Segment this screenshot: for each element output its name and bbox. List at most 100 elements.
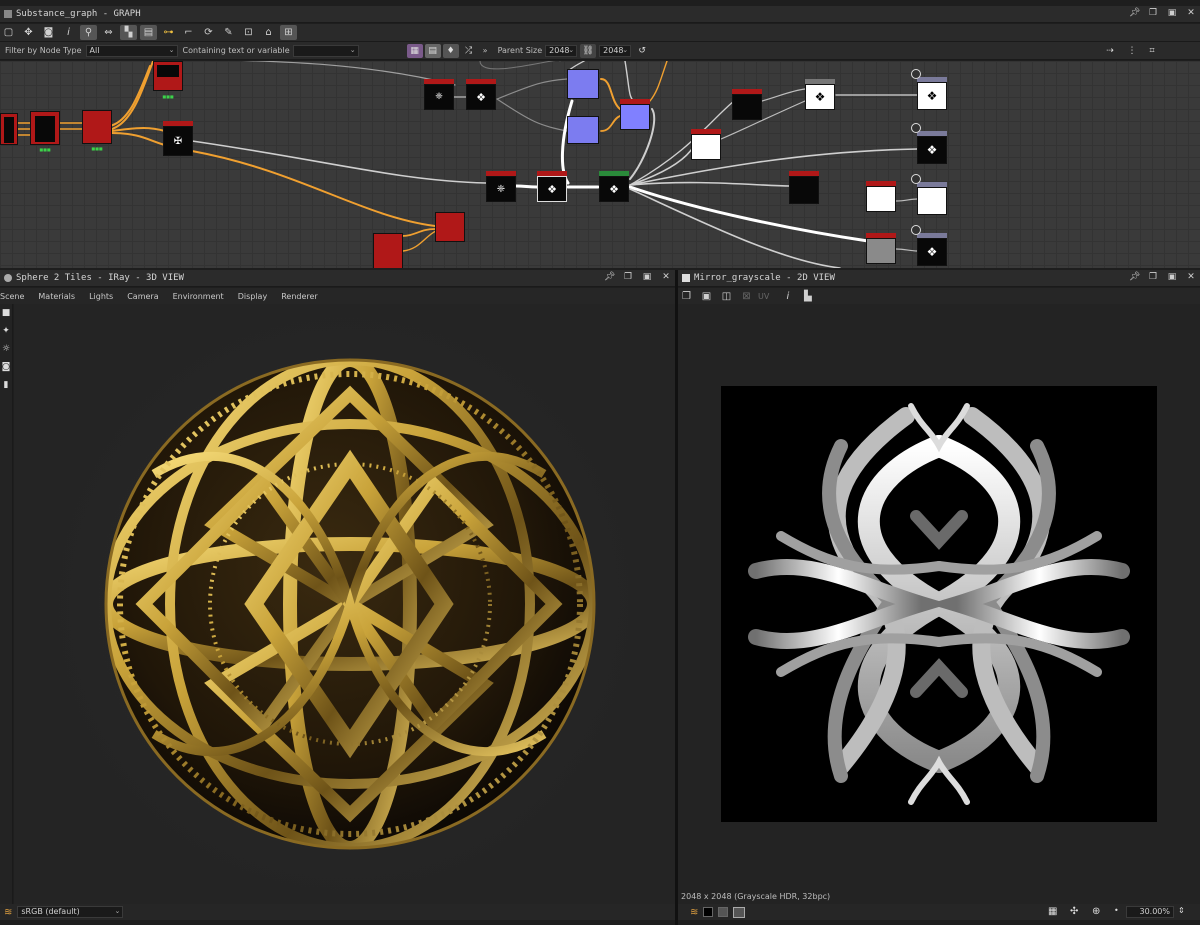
connect-icon[interactable]: ⊶: [160, 25, 177, 40]
view2d-titlebar[interactable]: Mirror_grayscale - 2D VIEW 📌︎ ❐ ▣ ✕: [678, 270, 1200, 287]
graph-output-node[interactable]: ❖: [911, 225, 947, 267]
menu-renderer[interactable]: Renderer: [281, 292, 318, 301]
view3d-titlebar[interactable]: Sphere 2 Tiles - IRay - 3D VIEW 📌︎ ❐ ▣ ✕: [0, 270, 675, 287]
fit-icon[interactable]: ⊞: [280, 25, 297, 40]
graph-node[interactable]: ❖: [599, 171, 629, 203]
graph-output-node[interactable]: [911, 174, 947, 216]
graph-node[interactable]: [866, 233, 896, 265]
camera-icon[interactable]: ◙: [40, 25, 57, 40]
move-tool-icon[interactable]: ✥: [20, 25, 37, 40]
export-icon[interactable]: ⊡: [240, 25, 257, 40]
shuffle-icon[interactable]: ⤮: [461, 44, 477, 58]
maximize-icon[interactable]: ▣: [1167, 8, 1177, 19]
graph-node[interactable]: [435, 212, 465, 242]
zoom-field[interactable]: 30.00%: [1126, 906, 1174, 918]
graph-node[interactable]: [567, 69, 599, 99]
graph-node[interactable]: [0, 113, 18, 145]
align-icon[interactable]: ⌐: [180, 25, 197, 40]
layout-icon[interactable]: ▚: [120, 25, 137, 40]
node-graph-canvas[interactable]: ■■■ ■■■ ■■■ ✠ ❈ ❖ ❈ ❖ ❖ ❖ ❖ ❖ ❖: [0, 61, 1200, 268]
tile-icon[interactable]: ⊠: [738, 289, 755, 304]
graph-extra-c-icon[interactable]: ⌗: [1144, 44, 1160, 58]
link-size-icon[interactable]: ⛓: [580, 43, 597, 58]
parent-size-height-select[interactable]: 2048 ⌄: [599, 44, 632, 57]
colorspace-select[interactable]: sRGB (default) ⌄: [17, 906, 124, 918]
display-mode-icon[interactable]: [733, 906, 746, 918]
view-2d-toggle-icon[interactable]: ▦: [406, 43, 423, 58]
menu-lights[interactable]: Lights: [89, 292, 113, 301]
graph-extra-a-icon[interactable]: ⇢: [1102, 44, 1118, 58]
graph-output-node[interactable]: ❖: [911, 69, 947, 111]
info-icon[interactable]: i: [779, 289, 796, 304]
menu-display[interactable]: Display: [238, 292, 268, 301]
graph-node[interactable]: [373, 233, 403, 268]
pin-icon[interactable]: 📌︎: [1129, 8, 1140, 19]
close-icon[interactable]: ✕: [1186, 272, 1196, 283]
graph-node[interactable]: ❖: [466, 79, 496, 115]
close-icon[interactable]: ✕: [1186, 8, 1196, 19]
frame-icon[interactable]: ▤: [140, 25, 157, 40]
zoom-dot-icon[interactable]: •: [1114, 906, 1119, 915]
black-bg-icon[interactable]: [703, 907, 714, 917]
copy-icon[interactable]: ❐: [678, 289, 695, 304]
pin-icon[interactable]: 📌︎: [604, 272, 615, 283]
refresh-icon[interactable]: ⟳: [200, 25, 217, 40]
graph-node[interactable]: ■■■: [82, 110, 112, 151]
graph-node[interactable]: [620, 99, 650, 131]
checker-bg-icon[interactable]: [718, 907, 729, 917]
filter-node-type-select[interactable]: All ⌄: [85, 44, 178, 57]
view3d-viewport[interactable]: [14, 304, 675, 904]
float-icon[interactable]: ❐: [623, 272, 633, 283]
export-image-icon[interactable]: ◫: [718, 289, 735, 304]
parent-size-width-select[interactable]: 2048 ⌄: [545, 44, 578, 57]
maximize-icon[interactable]: ▣: [1167, 272, 1177, 283]
graph-extra-b-icon[interactable]: ⋮: [1124, 44, 1140, 58]
graph-output-node[interactable]: ❖: [911, 123, 947, 165]
view-doc-toggle-icon[interactable]: ▤: [424, 43, 441, 58]
zoom-stepper-icon[interactable]: ⇕: [1178, 906, 1185, 915]
graph-node[interactable]: ❖: [805, 79, 835, 111]
camera-icon[interactable]: ■: [0, 308, 12, 322]
menu-camera[interactable]: Camera: [127, 292, 158, 301]
menu-environment[interactable]: Environment: [173, 292, 224, 301]
graph-node[interactable]: ❈: [424, 79, 454, 115]
info-icon[interactable]: i: [60, 25, 77, 40]
select-tool-icon[interactable]: ▢: [0, 25, 17, 40]
menu-materials[interactable]: Materials: [38, 292, 75, 301]
maximize-icon[interactable]: ▣: [642, 272, 652, 283]
graph-node[interactable]: ❈: [486, 171, 516, 203]
fit-view-icon[interactable]: ⊕: [1092, 906, 1100, 917]
uv-label[interactable]: UV: [758, 292, 769, 301]
grid-icon[interactable]: ▦: [1048, 906, 1057, 917]
graph-node[interactable]: ❖: [537, 171, 567, 203]
layers-icon[interactable]: ≋: [4, 907, 12, 918]
containing-text-input[interactable]: ⌄: [292, 44, 359, 57]
wrench-icon[interactable]: ✎: [220, 25, 237, 40]
snapshot-icon[interactable]: ◙: [0, 362, 12, 376]
graph-node[interactable]: [866, 181, 896, 213]
save-icon[interactable]: ▣: [698, 289, 715, 304]
reset-size-icon[interactable]: ↺: [634, 44, 650, 58]
menu-scene[interactable]: Scene: [0, 292, 24, 301]
graph-node[interactable]: ✠: [163, 121, 193, 161]
close-icon[interactable]: ✕: [661, 272, 671, 283]
search-icon[interactable]: ⚲: [80, 25, 97, 40]
drop-icon[interactable]: ♦: [442, 43, 459, 58]
graph-node[interactable]: [691, 129, 721, 161]
float-icon[interactable]: ❐: [1148, 8, 1158, 19]
mirror-grayscale-texture[interactable]: [721, 386, 1157, 822]
light-icon[interactable]: ✦: [0, 326, 12, 340]
graph-node[interactable]: [567, 116, 599, 144]
float-icon[interactable]: ❐: [1148, 272, 1158, 283]
pin-icon[interactable]: 📌︎: [1129, 272, 1140, 283]
environment-icon[interactable]: ☼: [0, 344, 12, 358]
pivot-icon[interactable]: ✣: [1070, 906, 1078, 917]
clean-icon[interactable]: ⌂: [260, 25, 277, 40]
graph-node[interactable]: ■■■: [30, 111, 60, 152]
histogram-icon[interactable]: ▙: [799, 289, 816, 304]
link-icon[interactable]: ⇔: [100, 25, 117, 40]
layers-icon[interactable]: ≋: [690, 907, 698, 918]
more-icon[interactable]: »: [483, 46, 488, 55]
graph-node[interactable]: [732, 89, 762, 121]
graph-node[interactable]: [789, 171, 819, 205]
